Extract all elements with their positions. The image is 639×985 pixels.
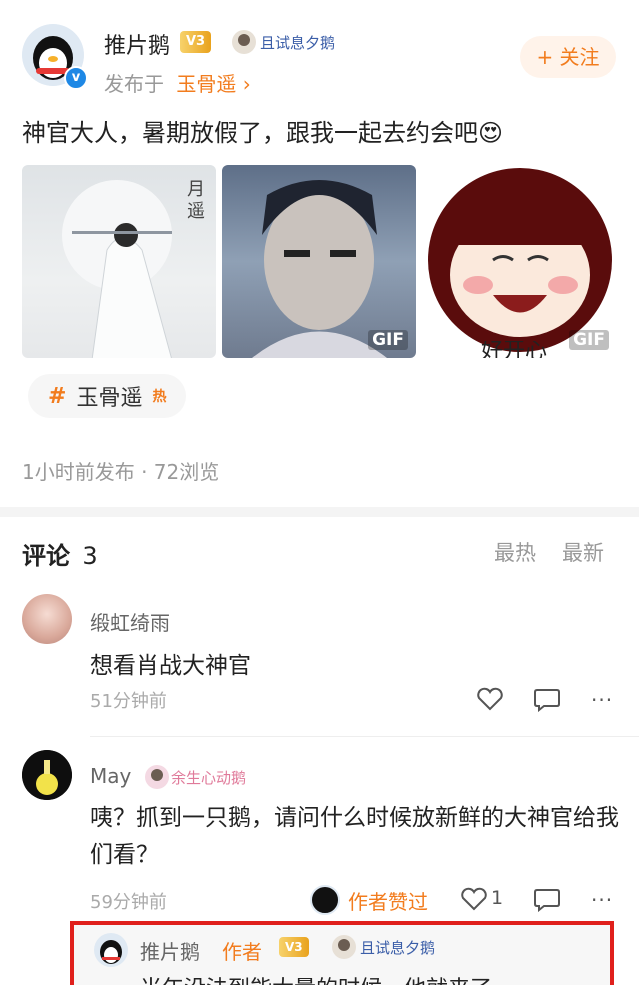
- like-count: 1: [491, 887, 504, 909]
- comments-title-label: 评论: [22, 542, 70, 570]
- more-icon[interactable]: ···: [591, 888, 613, 912]
- author-tag: 作者: [222, 940, 262, 964]
- author-name[interactable]: 推片鹅: [104, 28, 170, 60]
- fan-badge-icon: [145, 765, 169, 789]
- posted-in-topic-link[interactable]: 玉骨遥: [176, 72, 236, 96]
- fan-badge-icon: [332, 935, 356, 959]
- comment-text: 想看肖战大神官: [90, 653, 251, 679]
- comment-time: 51分钟前: [90, 691, 167, 712]
- hashtag-icon: #: [48, 383, 67, 409]
- meme-gif[interactable]: 好开心 GIF: [423, 165, 617, 358]
- gif-label: GIF: [569, 330, 609, 350]
- follow-button[interactable]: + 关注: [520, 36, 616, 78]
- svg-text:月: 月: [187, 179, 205, 200]
- topic-tag-label: 玉骨遥: [76, 386, 143, 411]
- gif-label: GIF: [368, 330, 408, 350]
- verified-icon: v: [64, 66, 88, 90]
- sort-hot-tab[interactable]: 最热: [494, 537, 536, 567]
- posted-in-prefix: 发布于: [104, 72, 164, 96]
- author-liked-label: 作者赞过: [348, 889, 428, 914]
- meme-caption: 好开心: [481, 341, 548, 358]
- commenter-avatar[interactable]: [22, 750, 72, 800]
- reply-author-avatar[interactable]: [94, 933, 128, 967]
- fan-badge-label: 且试息夕鹅: [360, 938, 436, 957]
- comment-divider: [90, 736, 639, 737]
- poster-image[interactable]: 月 遥: [22, 165, 216, 358]
- level-badge-label: V3: [180, 31, 212, 53]
- comments-title: 评论 3: [22, 536, 98, 571]
- posted-in: 发布于 玉骨遥 ›: [104, 68, 251, 97]
- author-reply-box[interactable]: 推片鹅 作者 V3 且试息夕鹅 当年没法到能大量的时候，他就来了: [70, 921, 614, 985]
- comment-time: 59分钟前: [90, 892, 167, 913]
- portrait-gif[interactable]: GIF: [222, 165, 416, 358]
- post-meta: 1小时前发布 · 72浏览: [22, 460, 220, 484]
- hot-icon: 热: [152, 389, 167, 405]
- level-badge: V3: [279, 936, 309, 957]
- level-badge: V3: [180, 30, 212, 53]
- section-gap: [0, 507, 639, 517]
- comment-icon[interactable]: [533, 686, 561, 712]
- commenter-name[interactable]: 缎虹绮雨: [90, 607, 170, 636]
- heart-icon[interactable]: [476, 687, 504, 711]
- fan-badge[interactable]: 且试息夕鹅: [332, 935, 435, 959]
- fan-badge[interactable]: 余生心动鹅: [145, 765, 246, 789]
- comment-icon[interactable]: [533, 886, 561, 912]
- fan-badge-label: 余生心动鹅: [171, 768, 247, 787]
- comment-text: 咦？抓到一只鹅，请问什么时候放新鲜的大神官给我们看？: [90, 805, 619, 868]
- comments-count: 3: [82, 542, 98, 570]
- topic-tag[interactable]: # 玉骨遥 热: [28, 374, 187, 418]
- author-liked-badge: 作者赞过: [310, 885, 428, 915]
- fan-badge-icon: [232, 30, 256, 54]
- post-text-body: 神官大人，暑期放假了，跟我一起去约会吧: [22, 119, 478, 147]
- chevron-right-icon: ›: [242, 72, 251, 96]
- author-avatar-small: [310, 885, 340, 915]
- commenter-avatar[interactable]: [22, 594, 72, 644]
- reply-author-name[interactable]: 推片鹅: [140, 936, 200, 965]
- fan-badge[interactable]: 且试息夕鹅: [232, 30, 335, 54]
- reply-text: 当年没法到能大量的时候，他就来了: [140, 971, 492, 985]
- fan-badge-label: 且试息夕鹅: [260, 33, 336, 52]
- level-badge-label: V3: [279, 937, 309, 957]
- sort-new-tab[interactable]: 最新: [562, 537, 604, 567]
- post-text: 神官大人，暑期放假了，跟我一起去约会吧😍: [22, 113, 503, 148]
- more-icon[interactable]: ···: [591, 688, 613, 712]
- follow-button-label: + 关注: [536, 45, 600, 69]
- svg-text:遥: 遥: [187, 201, 205, 222]
- heart-eyes-emoji: 😍: [478, 119, 504, 147]
- heart-icon[interactable]: [460, 887, 488, 911]
- commenter-name[interactable]: May: [90, 764, 131, 788]
